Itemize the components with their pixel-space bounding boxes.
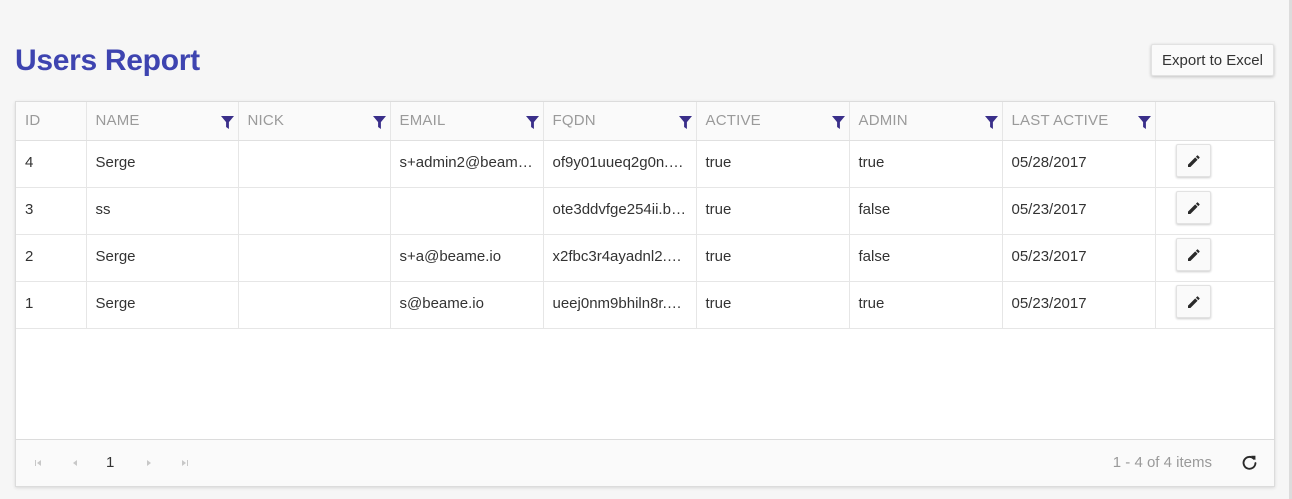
cell-id: 1 (16, 281, 87, 329)
edit-button[interactable] (1175, 238, 1211, 271)
cell-fqdn: ote3ddvfge254ii.beameio.net (543, 187, 697, 235)
users-grid: ID NAME NICK EMAIL FQDN ACTIVE ADMIN LAS… (15, 101, 1275, 487)
cell-email (390, 187, 544, 235)
pencil-icon (1187, 202, 1200, 214)
last-page-icon[interactable] (179, 457, 191, 469)
cell-email: s@beame.io (390, 281, 544, 329)
filter-icon[interactable] (1137, 116, 1151, 129)
cell-active: true (696, 281, 850, 329)
filter-icon[interactable] (220, 116, 234, 129)
cell-name: Serge (86, 234, 239, 282)
pencil-icon (1187, 155, 1200, 167)
cell-last-active: 05/28/2017 (1002, 140, 1156, 188)
cell-nick (238, 281, 391, 329)
cell-id: 2 (16, 234, 87, 282)
cell-nick (238, 234, 391, 282)
cell-name: Serge (86, 281, 239, 329)
cell-name: ss (86, 187, 239, 235)
users-table: ID NAME NICK EMAIL FQDN ACTIVE ADMIN LAS… (16, 102, 1274, 329)
column-header-id[interactable]: ID (16, 102, 87, 141)
column-header-email[interactable]: EMAIL (390, 102, 544, 141)
table-row[interactable]: 2 Serge s+a@beame.io x2fbc3r4ayadnl2.bea… (16, 234, 1274, 282)
first-page-icon[interactable] (32, 457, 44, 469)
cell-last-active: 05/23/2017 (1002, 281, 1156, 329)
prev-page-icon[interactable] (69, 457, 81, 469)
cell-email: s+a@beame.io (390, 234, 544, 282)
column-header-admin[interactable]: ADMIN (849, 102, 1003, 141)
pager-info: 1 - 4 of 4 items (1112, 454, 1212, 471)
cell-active: true (696, 140, 850, 188)
column-header-nick[interactable]: NICK (238, 102, 391, 141)
column-header-last-active[interactable]: LAST ACTIVE (1002, 102, 1156, 141)
cell-admin: false (849, 187, 1003, 235)
cell-fqdn: x2fbc3r4ayadnl2.beameio.net (543, 234, 697, 282)
column-header-name[interactable]: NAME (86, 102, 239, 141)
refresh-icon[interactable] (1241, 454, 1258, 471)
cell-email: s+admin2@beame.io (390, 140, 544, 188)
cell-admin: true (849, 140, 1003, 188)
header-row: ID NAME NICK EMAIL FQDN ACTIVE ADMIN LAS… (16, 102, 1274, 141)
edit-button[interactable] (1175, 144, 1211, 177)
cell-last-active: 05/23/2017 (1002, 187, 1156, 235)
column-header-actions (1155, 102, 1274, 141)
cell-admin: false (849, 234, 1003, 282)
cell-fqdn: ueej0nm9bhiln8r.beameio.net (543, 281, 697, 329)
cell-active: true (696, 234, 850, 282)
table-row[interactable]: 4 Serge s+admin2@beame.io of9y01uueq2g0n… (16, 140, 1274, 188)
cell-id: 4 (16, 140, 87, 188)
export-to-excel-button[interactable]: Export to Excel (1151, 44, 1274, 76)
cell-id: 3 (16, 187, 87, 235)
cell-admin: true (849, 281, 1003, 329)
edit-button[interactable] (1175, 191, 1211, 224)
filter-icon[interactable] (372, 116, 386, 129)
next-page-icon[interactable] (143, 457, 155, 469)
table-row[interactable]: 3 ss ote3ddvfge254ii.beameio.net true fa… (16, 187, 1274, 235)
cell-fqdn: of9y01uueq2g0n.beameio.net (543, 140, 697, 188)
cell-name: Serge (86, 140, 239, 188)
column-header-active[interactable]: ACTIVE (696, 102, 850, 141)
cell-nick (238, 187, 391, 235)
cell-actions (1155, 187, 1274, 235)
table-row[interactable]: 1 Serge s@beame.io ueej0nm9bhiln8r.beame… (16, 281, 1274, 329)
cell-actions (1155, 234, 1274, 282)
cell-last-active: 05/23/2017 (1002, 234, 1156, 282)
page-title: Users Report (15, 44, 200, 77)
pencil-icon (1187, 249, 1200, 261)
pencil-icon (1187, 296, 1200, 308)
edit-button[interactable] (1175, 285, 1211, 318)
filter-icon[interactable] (525, 116, 539, 129)
filter-icon[interactable] (984, 116, 998, 129)
cell-active: true (696, 187, 850, 235)
filter-icon[interactable] (678, 116, 692, 129)
filter-icon[interactable] (831, 116, 845, 129)
cell-nick (238, 140, 391, 188)
current-page[interactable]: 1 (106, 454, 114, 471)
pager: 1 1 - 4 of 4 items (16, 439, 1274, 486)
cell-actions (1155, 281, 1274, 329)
column-header-fqdn[interactable]: FQDN (543, 102, 697, 141)
cell-actions (1155, 140, 1274, 188)
